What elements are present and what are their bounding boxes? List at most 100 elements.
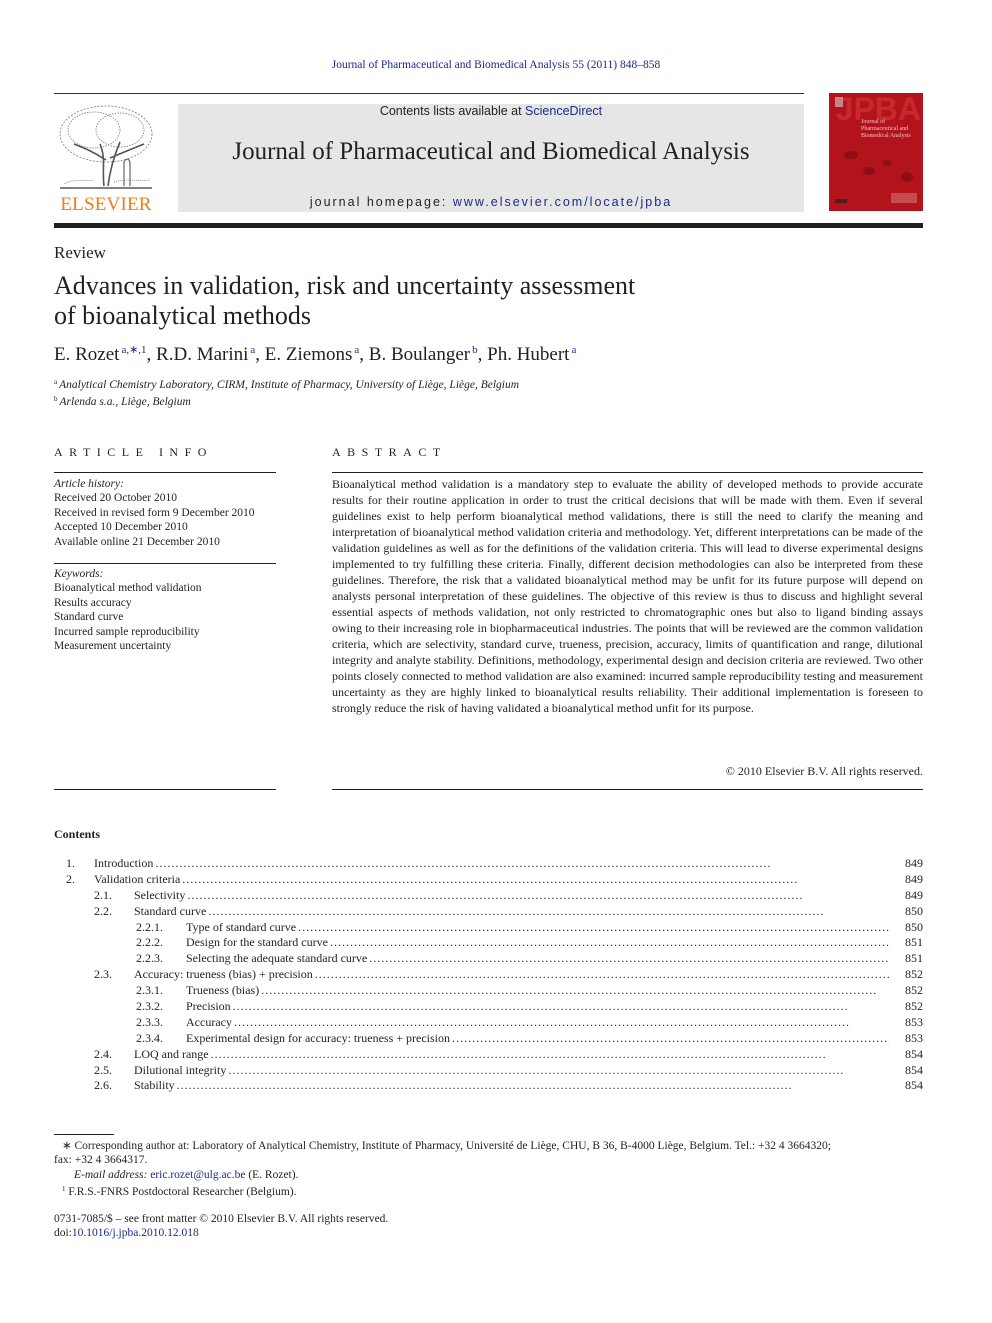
toc-entry[interactable]: 2.2. Standard curve 850 [54,904,923,920]
toc-entry-page[interactable]: 850 [889,904,923,920]
toc-entry-page[interactable]: 849 [889,872,923,888]
citation-link[interactable]: Journal of Pharmaceutical and Biomedical… [332,59,661,71]
toc-entry-number: 2.2.1. [136,919,163,934]
toc-entry[interactable]: 2.3.2. Precision 852 [54,999,923,1015]
toc-entry[interactable]: 2. Validation criteria 849 [54,872,923,888]
toc-entry-title[interactable]: Validation criteria [94,872,182,888]
toc-entry-title[interactable]: Precision [186,999,233,1015]
toc-entry-number: 2.3.1. [136,983,163,998]
footnote-mark: ∗ [62,1140,72,1152]
author-name[interactable]: B. Boulanger [369,344,470,365]
toc-leader-dots [369,951,889,967]
toc-entry-title[interactable]: LOQ and range [134,1047,211,1063]
keywords: Keywords: Bioanalytical method validatio… [54,567,284,653]
toc-entry-title[interactable]: Standard curve [134,904,208,920]
author-affiliation-marks[interactable]: a [571,344,576,356]
abstract-heading: ABSTRACT [332,445,447,459]
header-rule [54,93,804,94]
toc-entry-page[interactable]: 849 [889,856,923,872]
toc-entry-page[interactable]: 849 [889,888,923,904]
toc-entry[interactable]: 2.2.3. Selecting the adequate standard cu… [54,951,923,967]
masthead-divider [54,223,923,228]
toc-entry-page[interactable]: 851 [889,951,923,967]
toc-entry-number: 2.6. [94,1078,112,1093]
article-info-heading: ARTICLE INFO [54,445,213,459]
toc-entry[interactable]: 2.3. Accuracy: trueness (bias) + precisio… [54,967,923,983]
footnote-email: E-mail address: eric.rozet@ulg.ac.be (E.… [54,1168,923,1182]
author-affiliation-marks[interactable]: a,∗,1 [121,344,146,356]
toc-entry[interactable]: 2.3.1. Trueness (bias) 852 [54,983,923,999]
author[interactable]: E. Rozet a,∗,1 [54,344,147,365]
author[interactable]: R.D. Marini a [156,344,255,365]
toc-entry[interactable]: 2.1. Selectivity 849 [54,888,923,904]
article-info-rule [54,563,276,564]
toc-entry-number: 1. [66,856,75,870]
author-name[interactable]: Ph. Hubert [487,344,569,365]
toc-entry-page[interactable]: 854 [889,1047,923,1063]
email-label: E-mail address: [74,1168,151,1181]
homepage-link[interactable]: www.elsevier.com/locate/jpba [453,195,672,209]
title-line-1: Advances in validation, risk and uncerta… [54,271,636,300]
toc-entry[interactable]: 2.4. LOQ and range 854 [54,1047,923,1063]
toc-entry-number: 2.3.3. [136,1014,163,1029]
elsevier-wordmark: ELSEVIER [60,194,152,215]
toc-entry-page[interactable]: 851 [889,935,923,951]
toc-entry-title[interactable]: Introduction [94,856,155,872]
toc-entry-title[interactable]: Type of standard curve [186,920,298,936]
toc-entry-title[interactable]: Design for the standard curve [186,935,330,951]
sciencedirect-link[interactable]: ScienceDirect [525,104,602,118]
toc-entry-title[interactable]: Stability [134,1078,177,1094]
email-suffix: (E. Rozet). [245,1168,299,1181]
toc-entry-page[interactable]: 854 [889,1063,923,1079]
affiliation: a Analytical Chemistry Laboratory, CIRM, … [54,375,519,392]
toc-entry-page[interactable]: 854 [889,1078,923,1094]
toc-entry-title[interactable]: Accuracy [186,1015,234,1031]
footnote-corresponding: ∗ Corresponding author at: Laboratory of… [54,1139,923,1153]
journal-cover-thumbnail[interactable]: JPBA Journal of Pharmaceutical and Biome… [829,93,923,211]
article-title: Advances in validation, risk and uncerta… [54,271,694,331]
toc-entry-page[interactable]: 852 [889,999,923,1015]
toc-entry[interactable]: 2.6. Stability 854 [54,1078,923,1094]
author-separator: , [255,344,265,365]
toc-entry-page[interactable]: 850 [889,920,923,936]
author-name[interactable]: E. Rozet [54,344,119,365]
toc-leader-dots [261,983,889,999]
journal-name: Journal of Pharmaceutical and Biomedical… [232,138,750,165]
toc-entry-title[interactable]: Experimental design for accuracy: truene… [186,1031,452,1047]
toc-entry-title[interactable]: Accuracy: trueness (bias) + precision [134,967,315,983]
toc-entry-title[interactable]: Trueness (bias) [186,983,261,999]
affiliation-mark: a [54,378,58,386]
author-name[interactable]: E. Ziemons [265,344,353,365]
journal-citation[interactable]: Journal of Pharmaceutical and Biomedical… [0,59,992,71]
email-link[interactable]: eric.rozet@ulg.ac.be [150,1169,245,1181]
toc-leader-dots [155,856,889,872]
history-item: Received 20 October 2010 [54,492,177,505]
toc-entry-page[interactable]: 853 [889,1015,923,1031]
toc-entry-page[interactable]: 852 [889,983,923,999]
toc-entry[interactable]: 2.2.2. Design for the standard curve 851 [54,935,923,951]
toc-entry-number: 2. [66,871,75,886]
affiliation-text: Arlenda s.a., Liège, Belgium [59,396,191,408]
author[interactable]: Ph. Hubert a [487,344,576,365]
elsevier-logo[interactable]: ELSEVIER [54,100,158,216]
toc-entry-title[interactable]: Dilutional integrity [134,1063,228,1079]
toc-entry-page[interactable]: 852 [889,967,923,983]
author[interactable]: E. Ziemons a [265,344,360,365]
history-label: Article history: [54,478,124,490]
toc-entry[interactable]: 1. Introduction 849 [54,856,923,872]
footnote-text: Corresponding author at: Laboratory of A… [74,1140,831,1152]
author[interactable]: B. Boulanger b [369,344,478,365]
doi-link[interactable]: 10.1016/j.jpba.2010.12.018 [72,1227,199,1239]
table-of-contents: 1. Introduction 849 2. Validation criteria 84… [54,856,923,1094]
toc-entry-number: 2.2.2. [136,935,163,950]
toc-entry[interactable]: 2.3.4. Experimental design for accuracy: … [54,1031,923,1047]
toc-entry-title[interactable]: Selecting the adequate standard curve [186,951,369,967]
toc-entry-number: 2.5. [94,1062,112,1077]
toc-leader-dots [233,999,889,1015]
toc-entry[interactable]: 2.5. Dilutional integrity 854 [54,1063,923,1079]
toc-entry[interactable]: 2.2.1. Type of standard curve 850 [54,920,923,936]
toc-entry-page[interactable]: 853 [889,1031,923,1047]
toc-entry-title[interactable]: Selectivity [134,888,187,904]
toc-entry[interactable]: 2.3.3. Accuracy 853 [54,1015,923,1031]
author-name[interactable]: R.D. Marini [156,344,248,365]
